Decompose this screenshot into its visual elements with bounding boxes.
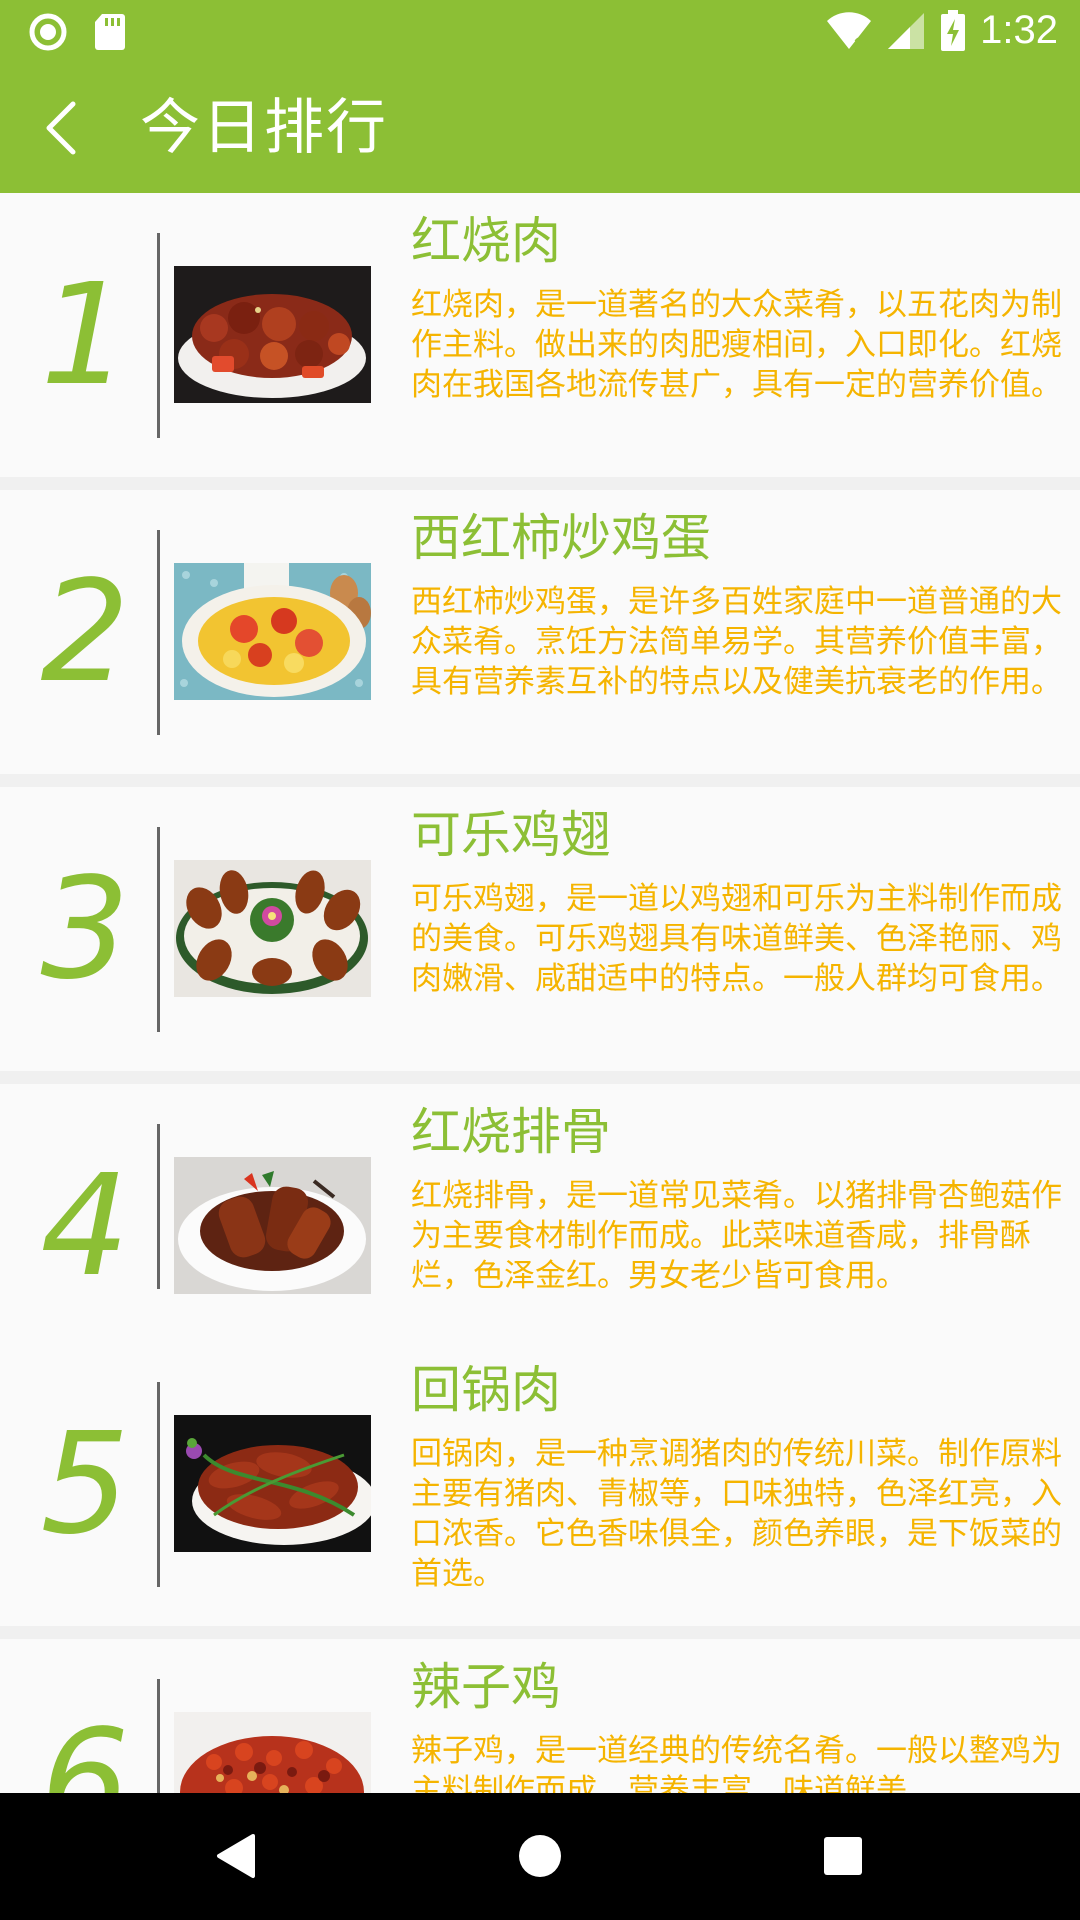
wifi-icon (827, 11, 872, 50)
status-right-icons: 1:32 (826, 8, 1058, 53)
back-arrow-icon (46, 101, 76, 155)
list-item[interactable]: 3 可乐鸡翅 可乐鸡翅，是一道以鸡翅和可乐为主料制作而成的美食。可乐鸡翅具有味道… (0, 787, 1080, 1071)
status-bar: 1:32 (0, 0, 1080, 63)
nav-home-button[interactable] (507, 1823, 573, 1889)
list-item[interactable]: 5 回锅肉 回锅肉，是一种烹调猪肉的传统川菜。制作原料主要有猪肉、青椒等，口味独… (0, 1342, 1080, 1626)
dish-name: 红烧肉 (411, 212, 561, 270)
rank-number-6: 6 (40, 1700, 129, 1793)
list-item[interactable]: 6 辣子鸡 辣子鸡，是一道经典的传统名肴。一般以整鸡为主料制作而成，营养丰富，味… (0, 1639, 1080, 1793)
rank-text: 5 (40, 1403, 129, 1562)
rank-number-2: 2 (40, 551, 129, 710)
triangle-back-icon (217, 1834, 255, 1878)
square-recents-icon (824, 1837, 862, 1875)
dish-name: 西红柿炒鸡蛋 (411, 509, 711, 567)
ranking-list: 1 红烧肉 红烧肉，是一道著名的大众菜肴，以五花肉为制作主料。做出来的肉肥瘦相间… (0, 193, 1080, 1793)
list-item[interactable]: 2 西红柿炒鸡蛋 西红柿炒鸡蛋，是许多百姓家庭中一道普通的大众菜肴。烹饪方法简单… (0, 490, 1080, 774)
dish-description: 红烧肉，是一道著名的大众菜肴，以五花肉为制作主料。做出来的肉肥瘦相间，入口即化。… (411, 287, 1062, 403)
nav-recents-button[interactable] (810, 1823, 876, 1889)
rank-number-1: 1 (40, 254, 129, 413)
dish-image (174, 1157, 371, 1294)
list-item[interactable]: 4 红烧排骨 红烧排骨，是一道常见菜肴。以猪排骨杏鲍菇作为主要食材制作而成。此菜… (0, 1084, 1080, 1368)
navigation-bar (0, 1793, 1080, 1920)
dish-description: 辣子鸡，是一道经典的传统名肴。一般以整鸡为主料制作而成，营养丰富，味道鲜美。 (411, 1733, 1062, 1793)
divider (157, 1124, 160, 1289)
rank-text: 3 (40, 848, 129, 1007)
status-time: 1:32 (980, 8, 1058, 52)
list-item[interactable]: 1 红烧肉 红烧肉，是一道著名的大众菜肴，以五花肉为制作主料。做出来的肉肥瘦相间… (0, 193, 1080, 477)
sd-card-icon (95, 14, 125, 50)
status-left-icons (28, 12, 126, 52)
rank-number-5: 5 (40, 1403, 129, 1562)
rank-text: 6 (40, 1700, 129, 1793)
back-button[interactable] (26, 93, 96, 163)
notification-ring-icon (29, 13, 67, 51)
dish-name: 可乐鸡翅 (411, 806, 611, 864)
dish-image (174, 1415, 371, 1552)
dish-name: 红烧排骨 (411, 1103, 611, 1161)
dish-description: 西红柿炒鸡蛋，是许多百姓家庭中一道普通的大众菜肴。烹饪方法简单易学。其营养价值丰… (411, 584, 1062, 700)
nav-back-button[interactable] (202, 1823, 268, 1889)
divider (157, 530, 160, 735)
dish-image (174, 563, 371, 700)
signal-icon (888, 12, 925, 49)
dish-description: 回锅肉，是一种烹调猪肉的传统川菜。制作原料主要有猪肉、青椒等，口味独特，色泽红亮… (411, 1436, 1062, 1592)
divider (157, 827, 160, 1032)
dish-name: 辣子鸡 (411, 1658, 561, 1716)
dish-image (174, 1712, 371, 1793)
rank-text: 2 (40, 551, 129, 710)
rank-text: 1 (40, 254, 129, 413)
divider (157, 1679, 160, 1793)
divider (157, 233, 160, 438)
dish-description: 可乐鸡翅，是一道以鸡翅和可乐为主料制作而成的美食。可乐鸡翅具有味道鲜美、色泽艳丽… (411, 881, 1062, 997)
circle-home-icon (519, 1835, 561, 1877)
rank-number-4: 4 (40, 1145, 129, 1304)
divider (157, 1382, 160, 1587)
rank-text: 4 (40, 1145, 129, 1304)
rank-number-3: 3 (40, 848, 129, 1007)
dish-image (174, 266, 371, 403)
dish-image (174, 860, 371, 997)
battery-charging-icon (941, 9, 966, 51)
dish-description: 红烧排骨，是一道常见菜肴。以猪排骨杏鲍菇作为主要食材制作而成。此菜味道香咸，排骨… (411, 1178, 1062, 1294)
dish-name: 回锅肉 (411, 1361, 561, 1419)
app-bar: 今日排行 (0, 63, 1080, 193)
page-title: 今日排行 (140, 93, 388, 163)
